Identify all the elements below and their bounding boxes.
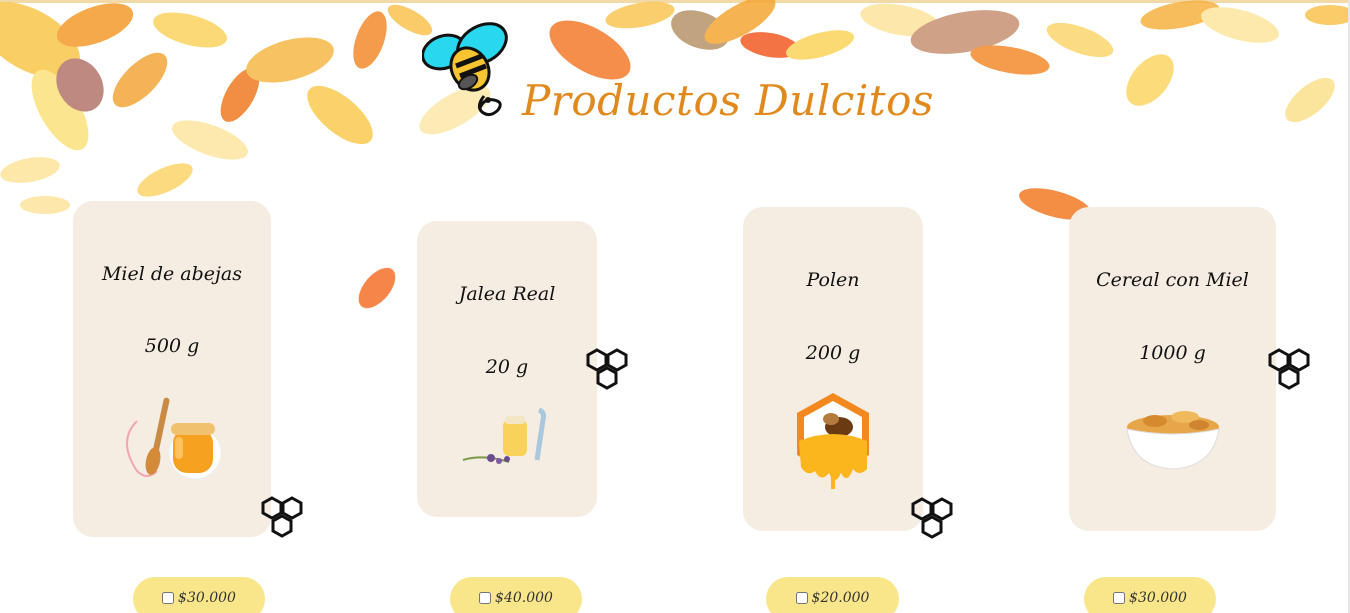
price-select-polen[interactable]: $20.000: [766, 577, 899, 613]
honey-jar-icon: [126, 397, 222, 480]
price-label: $20.000: [811, 590, 870, 606]
product-card-jalea: Jalea Real 20 g: [417, 221, 597, 517]
price-label: $30.000: [1129, 590, 1187, 606]
brand-title: Productos Dulcitos: [522, 76, 934, 125]
product-weight: 1000 g: [1139, 342, 1206, 364]
price-select-miel[interactable]: $30.000: [133, 577, 265, 613]
bee-honey-badge-icon: [797, 393, 869, 489]
product-card-cereal: Cereal con Miel 1000 g: [1069, 207, 1276, 531]
product-weight: 20 g: [485, 356, 529, 378]
honeycomb-icon: [586, 348, 628, 390]
select-checkbox[interactable]: [1113, 592, 1126, 604]
product-weight: 500 g: [144, 335, 200, 357]
product-card-polen: Polen 200 g: [743, 207, 923, 531]
honeycomb-icon: [261, 496, 303, 538]
honeycomb-icon: [911, 497, 953, 539]
product-name: Polen: [806, 269, 860, 291]
product-name: Miel de abejas: [101, 263, 243, 285]
brand-logo: Productos Dulcitos: [422, 14, 933, 124]
cereal-bowl-icon: [1126, 411, 1220, 470]
select-checkbox[interactable]: [479, 592, 492, 604]
price-label: $30.000: [178, 590, 236, 606]
price-select-cereal[interactable]: $30.000: [1084, 577, 1216, 613]
select-checkbox[interactable]: [795, 592, 808, 604]
select-checkbox[interactable]: [162, 592, 175, 604]
product-card-miel: Miel de abejas 500 g: [73, 201, 271, 537]
price-select-jalea[interactable]: $40.000: [450, 577, 582, 613]
bee-logo-icon: [422, 22, 508, 117]
royal-jelly-icon: [462, 407, 546, 464]
product-weight: 200 g: [805, 342, 861, 364]
price-label: $40.000: [495, 590, 553, 606]
honeycomb-icon: [1268, 348, 1310, 390]
product-name: Jalea Real: [458, 283, 556, 305]
product-name: Cereal con Miel: [1096, 269, 1249, 291]
